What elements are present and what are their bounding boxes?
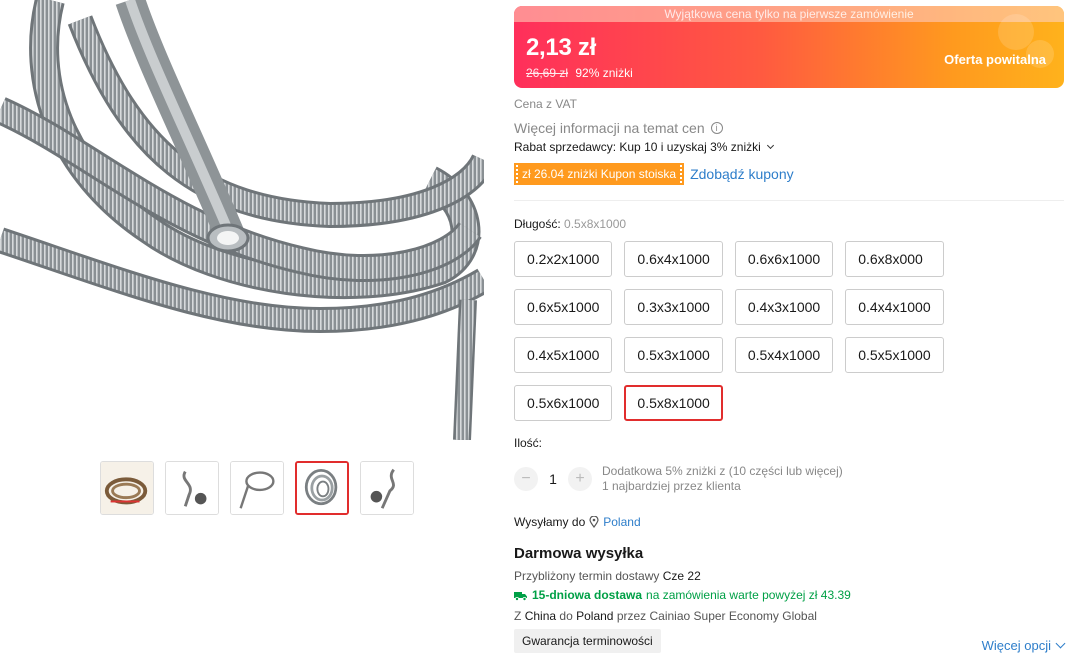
get-coupons-link[interactable]: Zdobądź kupony [690,166,794,182]
more-price-info-label: Więcej informacji na temat cen [514,120,705,136]
thumbnail-coil-rings-image [297,463,347,513]
thumbnail-spring-loop-image [231,462,283,514]
old-price: 26,69 zł [526,66,569,80]
length-option[interactable]: 0.4x3x1000 [734,289,834,325]
length-option[interactable]: 0.5x6x1000 [514,385,613,421]
decrease-quantity-button[interactable]: − [514,467,538,491]
discount-percent: 92% zniżki [575,66,633,80]
product-details: Wyjątkowa cena tylko na pierwsze zamówie… [514,0,1066,653]
main-product-image [0,0,484,440]
location-pin-icon [589,516,599,528]
on-time-guarantee-badge[interactable]: Gwarancja terminowości [514,629,661,653]
coupon-row: zł 26.04 zniżki Kupon stoiska Zdobądź ku… [514,163,794,185]
ship-to-label: Wysyłamy do [514,515,586,529]
length-option[interactable]: 0.5x3x1000 [624,337,723,373]
length-label-text: Długość: [514,217,561,231]
more-options-label: Więcej opcji [981,638,1051,653]
thumbnail-coil-bundle-image [101,462,153,514]
spring-coil-image [0,0,484,440]
current-price: 2,13 zł [526,34,596,61]
thumbnail-3[interactable] [230,461,284,515]
thumbnail-spring-hook-image [166,462,218,514]
seller-discount-label: Rabat sprzedawcy: Kup 10 i uzyskaj 3% zn… [514,140,761,154]
length-option[interactable]: 0.5x4x1000 [734,337,834,373]
thumbnail-5[interactable] [360,461,414,515]
length-option[interactable]: 0.5x5x1000 [845,337,944,373]
length-option[interactable]: 0.2x2x1000 [514,241,613,277]
fast-delivery: 15-dniowa dostawa na zamówienia warte po… [514,588,851,602]
length-option[interactable]: 0.3x3x1000 [624,289,723,325]
ship-to-country-link[interactable]: Poland [603,515,640,529]
route-from: China [524,609,557,623]
more-price-info[interactable]: Więcej informacji na temat cen i [514,120,723,136]
ship-to-row: Wysyłamy do Poland [514,515,641,529]
store-coupon-badge: zł 26.04 zniżki Kupon stoiska [514,163,685,185]
route-from-label: Z [514,609,522,623]
vat-note: Cena z VAT [514,97,577,111]
delivery-truck-icon [514,591,527,601]
chevron-down-icon [766,141,774,150]
estimated-delivery-date: Cze 22 [662,569,701,583]
info-icon[interactable]: i [710,122,723,134]
quantity-note-line-1: Dodatkowa 5% zniżki z (10 części lub wię… [602,464,843,478]
thumbnail-1[interactable] [100,461,154,515]
quantity-stepper: − 1 + Dodatkowa 5% zniżki z (10 części l… [514,464,843,494]
free-shipping-title: Darmowa wysyłka [514,545,644,562]
length-label: Długość: 0.5x8x1000 [514,217,626,231]
quantity-discount-note: Dodatkowa 5% zniżki z (10 części lub wię… [602,464,843,494]
quantity-label: Ilość: [514,436,543,450]
welcome-offer-label: Oferta powitalna [944,52,1046,67]
quantity-note-line-2: 1 najbardziej przez klienta [602,479,741,493]
gift-decoration [938,14,1058,80]
route-to-label: do [559,609,573,623]
length-option[interactable]: 0.6x5x1000 [514,289,613,325]
estimated-delivery-label: Przybliżony termin dostawy [514,569,660,583]
length-options: 0.2x2x1000 0.6x4x1000 0.6x6x1000 0.6x8x0… [514,241,984,421]
divider [514,200,1064,201]
thumbnail-spring-end-image [361,462,413,514]
route-to: Poland [576,609,614,623]
length-option[interactable]: 0.6x8x000 [845,241,944,277]
length-option[interactable]: 0.4x4x1000 [845,289,944,325]
thumbnail-2[interactable] [165,461,219,515]
route-carrier: przez Cainiao Super Economy Global [616,609,817,623]
length-option[interactable]: 0.4x5x1000 [514,337,613,373]
quantity-input[interactable]: 1 [538,471,568,487]
seller-discount[interactable]: Rabat sprzedawcy: Kup 10 i uzyskaj 3% zn… [514,140,774,154]
shipping-route: Z China do Poland przez Cainiao Super Ec… [514,609,817,623]
fast-delivery-text: na zamówienia warte powyżej zł 43.39 [646,588,851,602]
chevron-down-icon [1055,638,1066,649]
thumbnail-4-selected[interactable] [295,461,349,515]
welcome-price-banner: Wyjątkowa cena tylko na pierwsze zamówie… [514,6,1064,88]
increase-quantity-button[interactable]: + [568,467,592,491]
estimated-delivery: Przybliżony termin dostawy Cze 22 [514,569,701,583]
thumbnail-strip [100,461,414,515]
length-selected-value: 0.5x8x1000 [564,217,627,231]
length-option[interactable]: 0.6x6x1000 [734,241,834,277]
length-option-selected[interactable]: 0.5x8x1000 [624,385,723,421]
fast-delivery-bold: 15-dniowa dostawa [532,588,643,602]
length-option[interactable]: 0.6x4x1000 [624,241,723,277]
old-price-row: 26,69 zł 92% zniżki [526,66,633,80]
more-options-link[interactable]: Więcej opcji [981,638,1066,653]
